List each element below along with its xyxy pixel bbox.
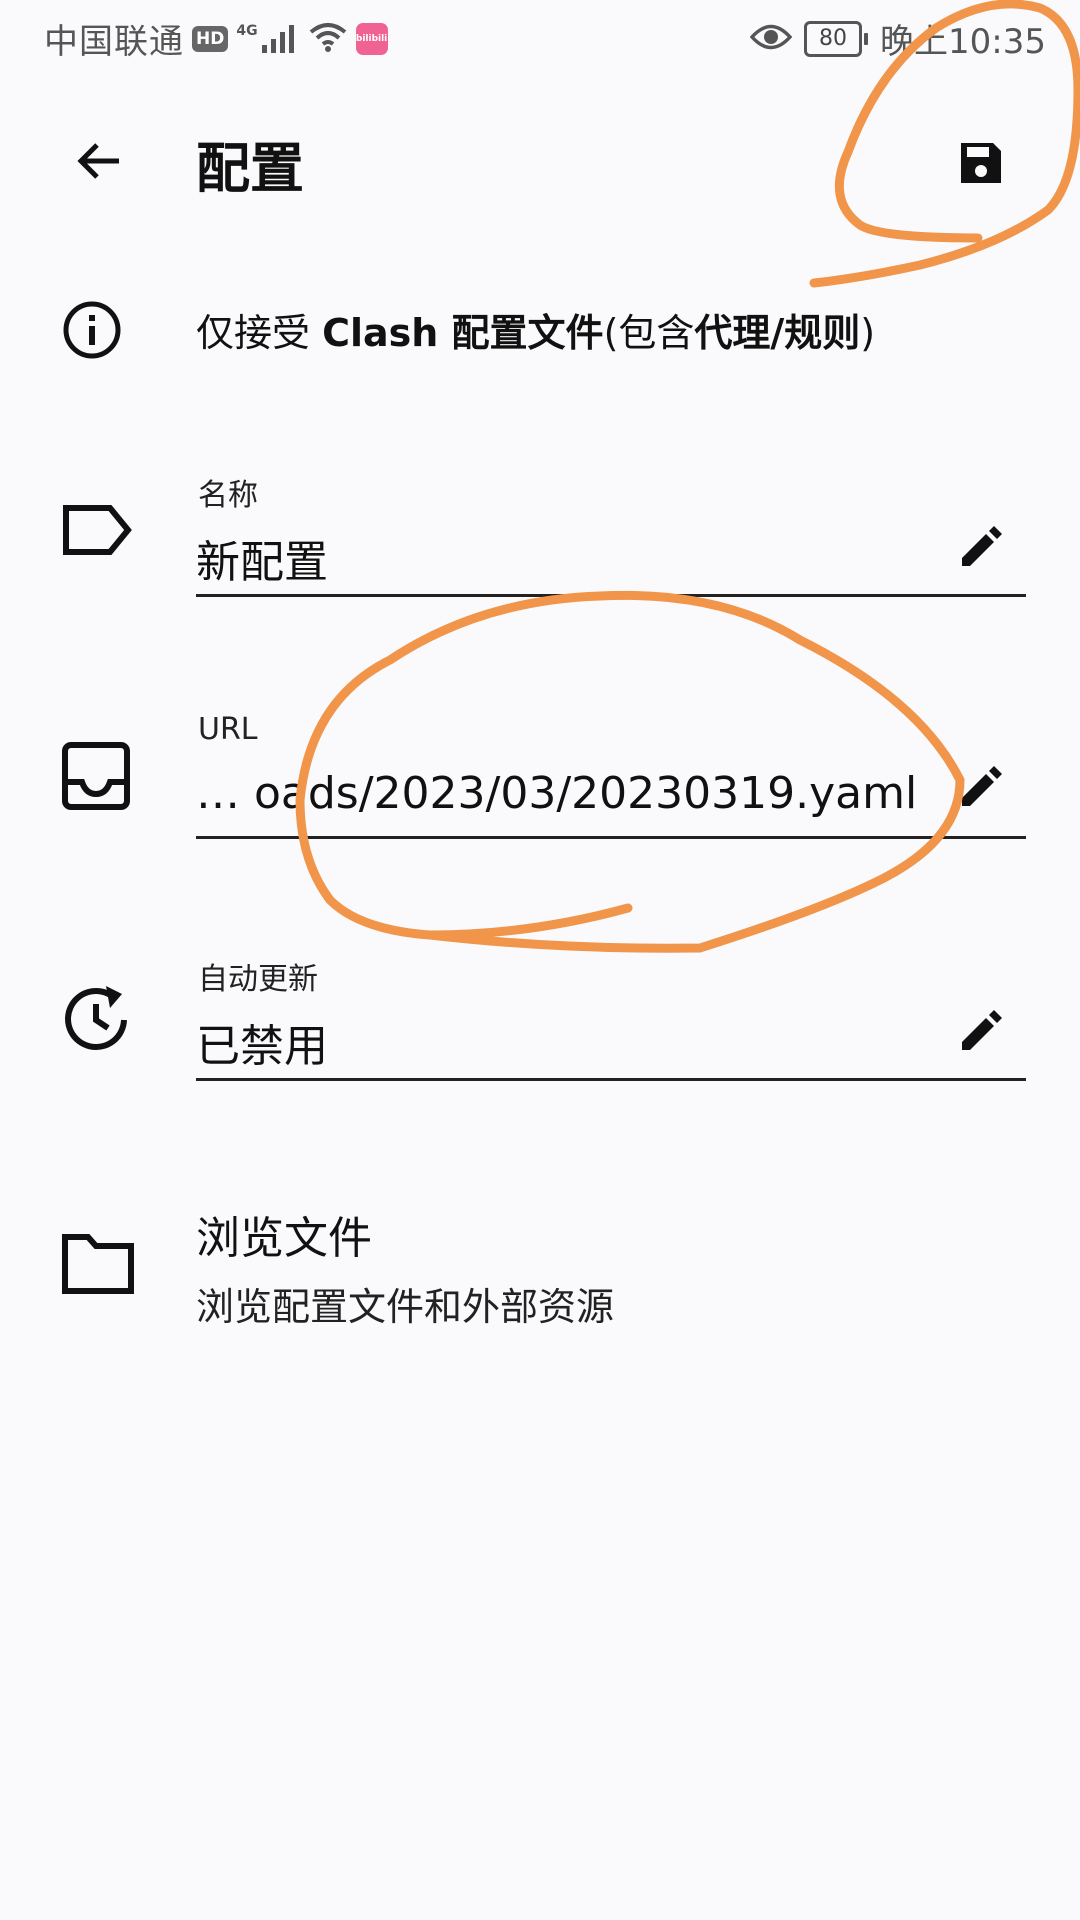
inbox-tray-icon: [62, 742, 130, 810]
name-underline: [196, 594, 1026, 597]
notice-row: 仅接受 Clash 配置文件(包含代理/规则): [0, 270, 1080, 386]
edit-name-button[interactable]: [950, 514, 1014, 578]
status-bar: 中国联通 HD 4G bilibili 80 晚上10:35: [0, 0, 1080, 76]
url-label: URL: [198, 712, 258, 747]
network-type: 4G: [236, 22, 258, 39]
app-bar: 配置: [0, 82, 1080, 232]
name-label: 名称: [198, 478, 258, 513]
pencil-icon: [962, 766, 1002, 806]
carrier-name: 中国联通: [44, 22, 184, 62]
bilibili-app-icon: bilibili: [355, 22, 388, 55]
hd-badge: HD: [192, 25, 229, 52]
auto-update-underline: [196, 1078, 1026, 1081]
floppy-disk-icon: [961, 143, 1001, 183]
folder-icon: [62, 1234, 134, 1294]
label-tag-icon: [63, 505, 132, 555]
auto-update-label: 自动更新: [198, 962, 318, 997]
battery-icon: 80: [804, 20, 869, 57]
name-value: 新配置: [196, 537, 328, 588]
auto-update-field[interactable]: 自动更新 已禁用: [0, 954, 1080, 1114]
browse-files-item[interactable]: 浏览文件 浏览配置文件和外部资源: [0, 1196, 1080, 1346]
arrow-left-icon: [77, 143, 119, 179]
update-clock-icon: [65, 986, 127, 1050]
name-field[interactable]: 名称 新配置: [0, 470, 1080, 630]
signal-icon: 4G: [236, 23, 299, 55]
pencil-icon: [962, 526, 1002, 566]
battery-level: 80: [804, 20, 863, 57]
pencil-icon: [962, 1010, 1002, 1050]
browse-title: 浏览文件: [196, 1213, 372, 1264]
page-title: 配置: [196, 137, 304, 200]
notice-text: 仅接受 Clash 配置文件(包含代理/规则): [196, 311, 876, 355]
info-icon: [63, 301, 121, 359]
status-time: 晚上10:35: [880, 22, 1046, 62]
url-field[interactable]: URL … oads/2023/03/20230319.yaml: [0, 712, 1080, 872]
back-button[interactable]: [60, 122, 138, 200]
url-value: … oads/2023/03/20230319.yaml: [196, 768, 918, 819]
auto-update-value: 已禁用: [196, 1021, 328, 1072]
wifi-icon: [308, 21, 348, 57]
url-underline: [196, 836, 1026, 839]
edit-url-button[interactable]: [950, 754, 1014, 818]
browse-subtitle: 浏览配置文件和外部资源: [196, 1285, 615, 1329]
status-right: 80 晚上10:35: [749, 14, 1046, 63]
status-left: 中国联通 HD 4G bilibili: [44, 14, 388, 63]
edit-auto-update-button[interactable]: [950, 998, 1014, 1062]
save-button[interactable]: [942, 124, 1020, 202]
eye-icon: [749, 22, 793, 56]
